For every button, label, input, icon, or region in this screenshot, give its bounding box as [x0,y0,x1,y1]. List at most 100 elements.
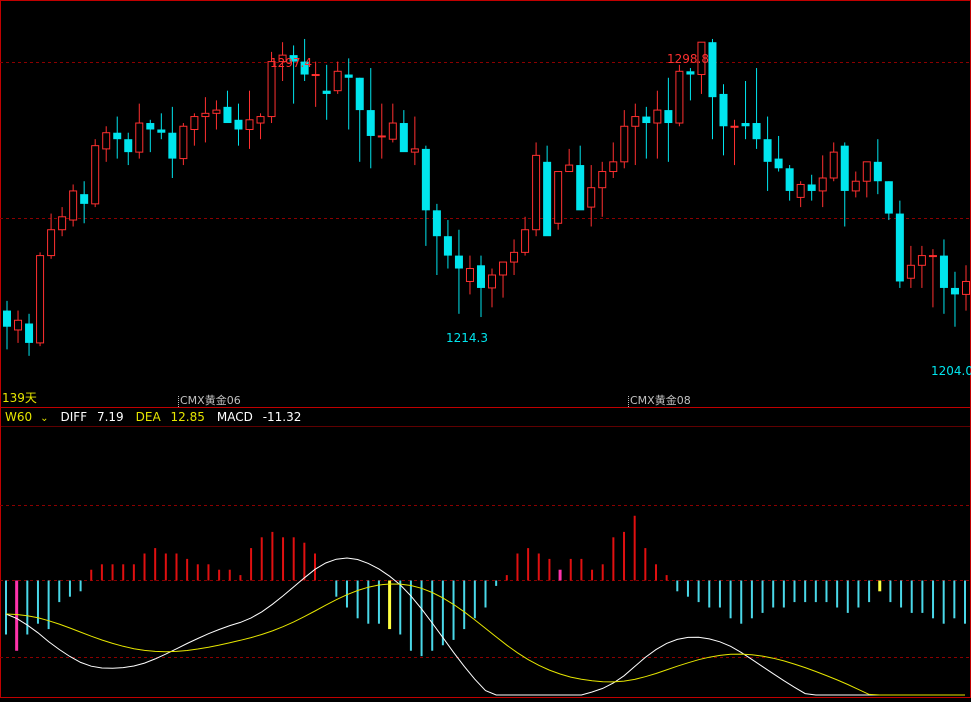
low-label-2: 1204.0 [931,364,971,378]
candle-body-up [521,229,530,253]
candle-body-up [102,132,111,150]
candle-body-up [201,112,210,118]
candle-body-down [807,184,816,191]
candle-body-down [399,123,408,153]
candle-body-down [708,42,717,98]
candle-body-up [179,125,188,160]
chevron-down-icon: ⌄ [40,413,49,424]
candle-body-down [366,110,375,136]
candle-body-down [157,129,166,133]
candle-body-up [14,319,23,331]
candle-body-up [962,280,970,295]
candle-body-down [752,123,761,140]
candle-body-up [829,151,838,179]
candle-body-down [774,158,783,169]
diff-label: DIFF [60,410,88,424]
candle-body-up [510,251,519,263]
candle-body-down [686,71,695,75]
low-label-1: 1214.3 [446,331,488,345]
candle-body-down [344,74,353,78]
candle-body-up [69,190,78,221]
period-dropdown[interactable]: W60 ⌄ [5,410,55,424]
candle-body-up [818,177,827,192]
candle-body-down [840,145,849,191]
candle-body-down [543,161,552,237]
candle-body-down [322,90,331,94]
candle-body-down [234,119,243,130]
macd-lines [5,557,965,696]
indicator-info-bar: W60 ⌄ DIFF 7.19 DEA 12.85 MACD -11.32 [0,408,313,426]
candle-body-down [421,148,430,211]
candle-body-down [80,194,89,204]
candle-body-down [884,181,893,214]
candle-body-down [124,139,133,153]
candle-body-down [355,77,364,111]
macd-label: MACD [216,410,253,424]
candle-body-up [532,154,541,231]
candle-body-down [25,323,34,343]
candle-body-up [465,268,474,282]
candle-body-up [311,74,320,77]
candle-body-up [499,261,508,276]
candle-body-up [47,229,56,257]
diff-readout: DIFF 7.19 [61,410,130,424]
candle-body-up [565,164,574,173]
candle-body-down [950,287,959,295]
candle-body-up [135,122,144,153]
candle-body-down [223,106,232,124]
candle-body-up [587,187,596,208]
candle-body-up [212,109,221,114]
candle-body-down [895,213,904,282]
candle-body-up [245,119,254,130]
candle-body-down [741,123,750,127]
period-dropdown-label: W60 [5,410,33,424]
candle-body-up [598,171,607,189]
candle-body-down [785,168,794,191]
candlestick-series [3,38,970,356]
candle-body-up [730,125,739,128]
candle-body-down [664,110,673,124]
candle-body-down [3,310,11,327]
candle-body-down [719,93,728,127]
candle-body-up [554,171,563,224]
candle-body-up [58,216,67,231]
dea-label: DEA [135,410,161,424]
candle-body-up [862,161,871,182]
macd-histogram [5,515,966,657]
candle-body-down [763,139,772,162]
macd-value: -11.32 [262,410,302,424]
candle-body-up [190,116,199,130]
candle-body-down [873,161,882,182]
candle-body-up [928,255,937,258]
candle-body-down [113,132,122,140]
high-label-1: 1297.4 [270,56,312,70]
candle-body-up [796,183,805,198]
diff-value: 7.19 [96,410,124,424]
candle-body-down [454,255,463,269]
chart-canvas[interactable]: 1297.4 1298.8 1214.3 1204.0 139天 CMX黄金06… [0,0,971,698]
candle-body-down [476,265,485,288]
diff-line [5,557,965,696]
candle-body-down [576,165,585,211]
candle-body-down [146,123,155,130]
candle-body-up [36,255,45,344]
candle-body-up [333,70,342,92]
candle-body-up [488,274,497,289]
candle-body-up [653,109,662,124]
candle-body-down [939,255,948,288]
candle-body-up [609,161,618,173]
kline-chart[interactable]: 1297.4 1298.8 1214.3 1204.0 139天 CMX黄金06… [0,0,971,698]
high-label-2: 1298.8 [667,52,709,66]
period-count-label: 139天 [2,391,37,405]
candle-body-up [631,116,640,127]
candle-body-up [675,70,684,124]
candle-body-up [851,180,860,192]
dea-readout: DEA 12.85 [136,410,211,424]
candle-body-up [256,116,265,124]
candle-body-up [620,125,629,163]
candle-body-down [642,116,651,124]
candle-body-down [432,210,441,237]
contract-2-label: CMX黄金08 [630,393,691,407]
macd-readout: MACD -11.32 [217,410,308,424]
candle-body-down [168,132,177,159]
